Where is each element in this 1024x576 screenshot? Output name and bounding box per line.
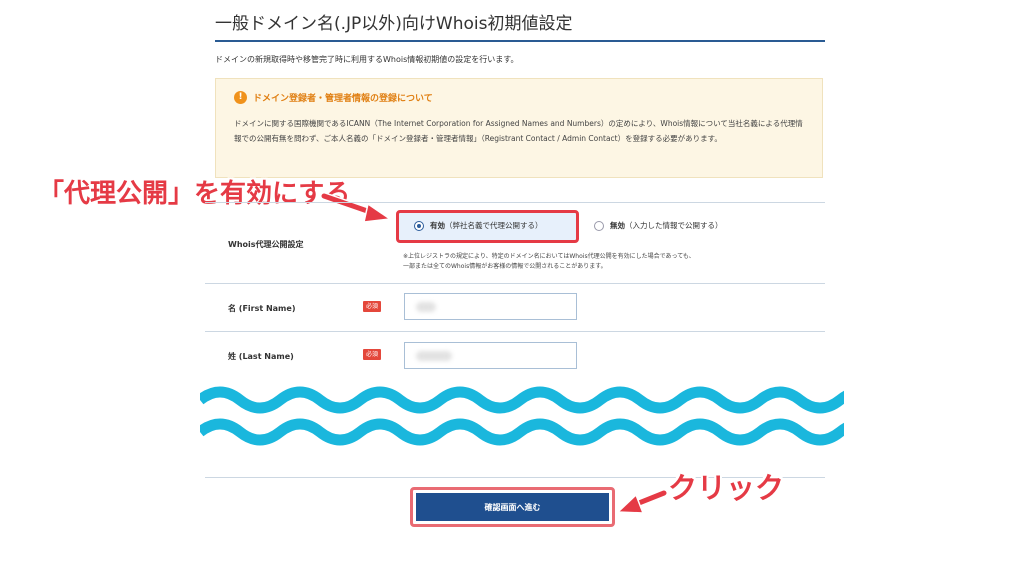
radio-circle-unchecked[interactable]: [594, 220, 604, 231]
notice-body: ドメインに関する国際機関であるICANN（The Internet Corpor…: [234, 119, 803, 143]
whois-proxy-note: ※上位レジストラの規定により、特定のドメイン名においてはWhois代理公開を有効…: [403, 252, 695, 272]
radio-enabled-label: 有効（弊社名義で代理公開する）: [430, 220, 543, 231]
first-name-redacted: [416, 302, 436, 312]
radio-disabled-bold: 無効: [610, 221, 625, 230]
notice-box: ! ドメイン登録者・管理者情報の登録について ドメインに関する国際機関であるIC…: [215, 78, 823, 178]
form-divider: [205, 283, 825, 284]
radio-disabled-detail: （入力した情報で公開する）: [625, 221, 723, 230]
annotation-enable-proxy: 「代理公開」を有効にする: [38, 179, 351, 209]
note-line-1: ※上位レジストラの規定により、特定のドメイン名においてはWhois代理公開を有効…: [403, 253, 695, 260]
last-name-label: 姓 (Last Name): [228, 352, 294, 361]
radio-enabled-bold: 有効: [430, 221, 445, 230]
radio-disabled-label: 無効（入力した情報で公開する）: [610, 220, 723, 231]
annotation-click: クリック: [668, 471, 785, 505]
radio-proxy-disabled[interactable]: 無効（入力した情報で公開する）: [594, 220, 723, 231]
required-badge: 必須: [363, 349, 381, 360]
page-description: ドメインの新規取得時や移管完了時に利用するWhois情報初期値の設定を行います。: [215, 55, 519, 64]
highlight-submit: 確認画面へ進む: [410, 487, 615, 527]
notice-title: ドメイン登録者・管理者情報の登録について: [253, 94, 433, 104]
exclamation-circle-icon: !: [234, 91, 247, 104]
last-name-redacted: [416, 351, 452, 361]
required-badge: 必須: [363, 301, 381, 312]
radio-proxy-enabled[interactable]: 有効（弊社名義で代理公開する）: [414, 220, 543, 231]
form-divider: [205, 202, 825, 203]
whois-proxy-label: Whois代理公開設定: [228, 240, 304, 249]
radio-enabled-detail: （弊社名義で代理公開する）: [445, 221, 543, 230]
confirm-button[interactable]: 確認画面へ進む: [416, 493, 609, 521]
radio-circle-checked[interactable]: [414, 220, 424, 231]
annotation-arrow-left-icon: [616, 489, 668, 514]
note-line-2: 一部または全てのWhois情報がお客様の情報で公開されることがあります。: [403, 263, 607, 270]
wave-separator-icon: [200, 386, 844, 446]
page-title: 一般ドメイン名(.JP以外)向けWhois初期値設定: [215, 10, 825, 42]
form-divider: [205, 331, 825, 332]
annotation-arrow-right-icon: [320, 192, 393, 223]
notice-header: ! ドメイン登録者・管理者情報の登録について: [234, 91, 804, 104]
first-name-label: 名 (First Name): [228, 304, 296, 313]
